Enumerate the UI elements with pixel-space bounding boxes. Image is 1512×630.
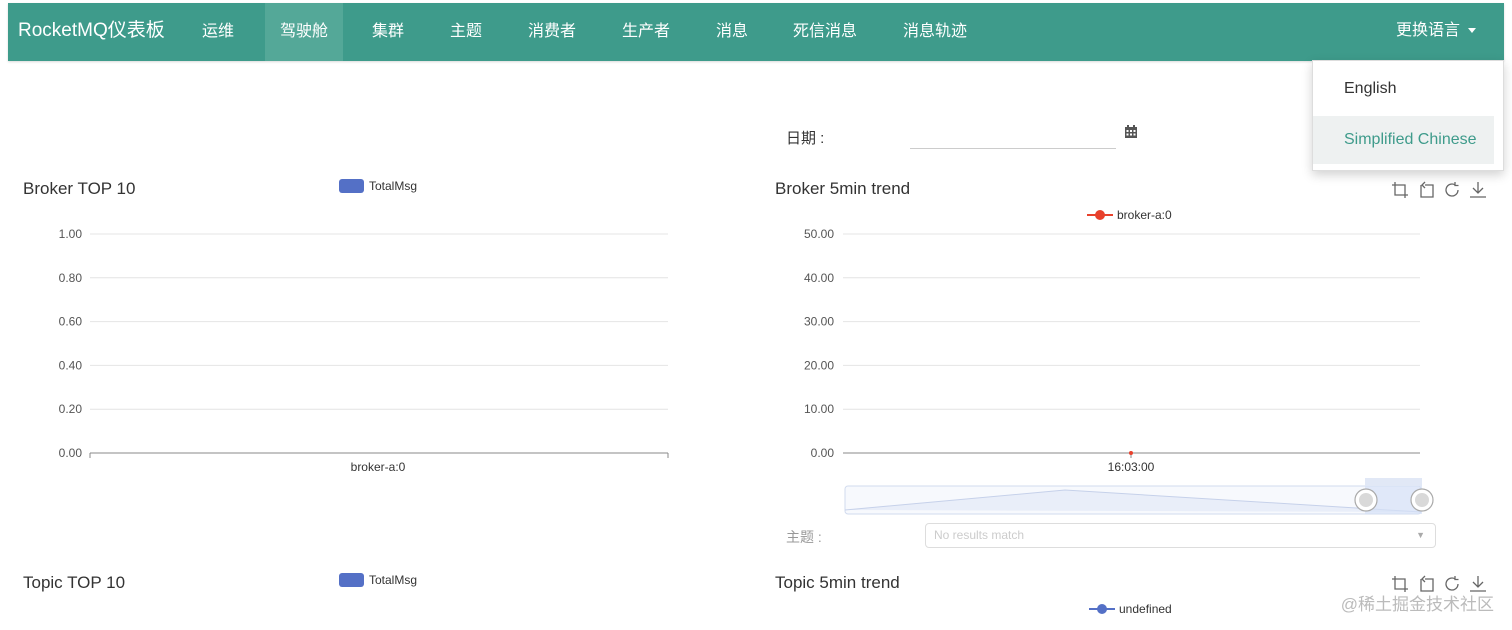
y-tick-label: 0.00: [811, 446, 835, 460]
broker-top-legend[interactable]: TotalMsg: [339, 179, 417, 193]
y-tick-label: 1.00: [59, 227, 83, 241]
nav-item-ops[interactable]: 运维: [190, 3, 246, 61]
language-toggle-label: 更换语言: [1395, 22, 1460, 39]
download-icon[interactable]: [1469, 181, 1487, 199]
broker-trend-title: Broker 5min trend: [775, 179, 911, 198]
y-tick-label: 20.00: [804, 358, 834, 372]
nav-item-dashboard[interactable]: 驾驶舱: [265, 3, 343, 61]
legend-label: TotalMsg: [369, 573, 418, 587]
zoom-reset-icon[interactable]: [1417, 181, 1435, 199]
broker-trend-chart: 0.00 10.00 20.00 30.00 40.00 50.00 16:03:00: [804, 227, 1434, 515]
zoom-select-icon[interactable]: [1391, 181, 1409, 199]
language-dropdown-menu: English Simplified Chinese: [1312, 60, 1504, 171]
topic-select-placeholder: No results match: [934, 528, 1025, 542]
select-arrow-icon: ▼: [1416, 530, 1425, 540]
y-tick-label: 0.80: [59, 271, 83, 285]
nav-item-producer[interactable]: 生产者: [608, 3, 684, 61]
x-tick-label: 16:03:00: [1108, 460, 1155, 474]
date-input[interactable]: [910, 122, 1116, 149]
legend-line-marker: [1089, 604, 1115, 614]
nav-item-message-trace[interactable]: 消息轨迹: [890, 3, 980, 61]
data-point: [1129, 451, 1133, 455]
topic-top-legend[interactable]: TotalMsg: [339, 573, 417, 587]
broker-top-chart: 0.00 0.20 0.40 0.60 0.80 1.00 broker-a:0: [59, 227, 669, 474]
topic-select[interactable]: No results match ▼: [925, 523, 1436, 548]
y-tick-label: 30.00: [804, 315, 834, 329]
legend-swatch: [339, 179, 364, 193]
y-tick-label: 50.00: [804, 227, 834, 241]
language-option-simplified-chinese[interactable]: Simplified Chinese: [1313, 116, 1494, 164]
y-tick-label: 0.60: [59, 315, 83, 329]
y-tick-label: 10.00: [804, 402, 834, 416]
calendar-icon[interactable]: [1124, 125, 1138, 139]
data-zoom-handle-knob: [1415, 493, 1429, 507]
nav-item-dlq-message[interactable]: 死信消息: [780, 3, 870, 61]
legend-swatch: [339, 573, 364, 587]
language-dropdown-toggle[interactable]: 更换语言: [1396, 3, 1476, 61]
watermark: @稀土掘金技术社区: [1340, 595, 1494, 614]
nav-item-topic[interactable]: 主题: [438, 3, 494, 61]
refresh-icon[interactable]: [1443, 181, 1461, 199]
broker-top-title: Broker TOP 10: [23, 179, 136, 198]
topic-trend-title: Topic 5min trend: [775, 573, 900, 592]
data-zoom-handle-knob: [1359, 493, 1373, 507]
legend-label: TotalMsg: [369, 179, 418, 193]
brand-title[interactable]: RocketMQ仪表板: [18, 3, 165, 61]
nav-item-message[interactable]: 消息: [704, 3, 760, 61]
topic-trend-legend[interactable]: undefined: [1089, 602, 1172, 616]
top-navbar: RocketMQ仪表板 运维 驾驶舱 集群 主题 消费者 生产者 消息 死信消息…: [8, 3, 1504, 61]
language-option-english[interactable]: English: [1313, 65, 1494, 113]
nav-item-cluster[interactable]: 集群: [360, 3, 416, 61]
date-label: 日期 :: [786, 130, 825, 147]
topic-label: 主题 :: [786, 529, 822, 545]
y-tick-label: 40.00: [804, 271, 834, 285]
topic-top-title: Topic TOP 10: [23, 573, 126, 592]
data-zoom-window-label: [1365, 478, 1422, 486]
caret-down-icon: [1468, 28, 1476, 34]
legend-label: undefined: [1119, 602, 1172, 616]
nav-item-consumer[interactable]: 消费者: [514, 3, 590, 61]
y-tick-label: 0.00: [59, 446, 83, 460]
x-tick-label: broker-a:0: [351, 460, 406, 474]
y-tick-label: 0.40: [59, 358, 83, 372]
y-tick-label: 0.20: [59, 402, 83, 416]
